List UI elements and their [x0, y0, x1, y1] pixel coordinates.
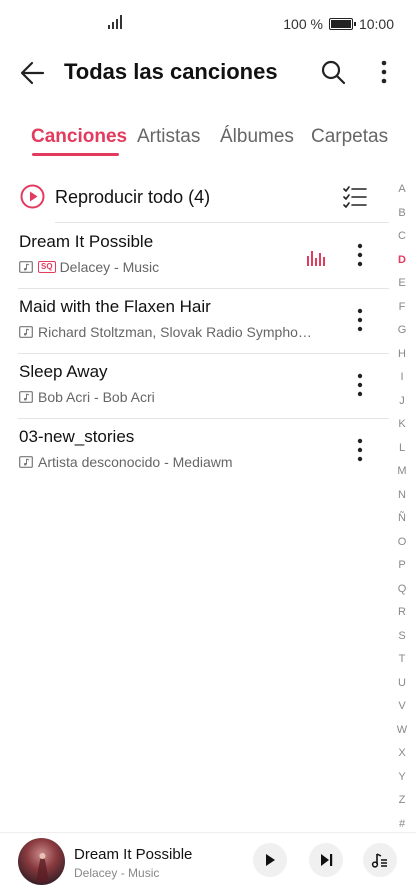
clock: 10:00	[358, 16, 394, 32]
play-icon	[266, 854, 275, 866]
song-subtitle: Artista desconocido - Mediawm	[19, 454, 233, 470]
index-letter[interactable]: X	[392, 747, 412, 759]
index-letter[interactable]: W	[392, 724, 412, 736]
divider	[55, 222, 389, 223]
song-artist-album: Richard Stoltzman, Slovak Radio Sympho…	[38, 324, 312, 340]
index-letter[interactable]: R	[392, 606, 412, 618]
song-subtitle: SQ Delacey - Music	[19, 259, 159, 275]
local-file-icon	[19, 326, 33, 338]
signal-icon	[108, 15, 122, 29]
local-file-icon	[19, 391, 33, 403]
index-letter[interactable]: T	[392, 653, 412, 665]
tab-bar: Canciones Artistas Álbumes Carpetas	[0, 122, 416, 162]
tab-carpetas[interactable]: Carpetas	[311, 126, 388, 148]
tab-canciones[interactable]: Canciones	[31, 126, 127, 148]
index-letter[interactable]: C	[392, 230, 412, 242]
index-letter[interactable]: D	[392, 254, 412, 266]
more-options-icon[interactable]	[372, 58, 396, 86]
song-row[interactable]: Sleep Away Bob Acri - Bob Acri	[0, 354, 390, 418]
song-title: Maid with the Flaxen Hair	[19, 297, 211, 316]
index-letter[interactable]: J	[392, 395, 412, 407]
next-track-button[interactable]	[309, 843, 343, 877]
tab-artistas[interactable]: Artistas	[137, 126, 200, 148]
index-letter[interactable]: B	[392, 207, 412, 219]
index-letter[interactable]: I	[392, 371, 412, 383]
skip-next-icon	[321, 854, 333, 866]
search-icon[interactable]	[319, 58, 347, 86]
app-bar: Todas las canciones	[0, 48, 416, 98]
index-letter[interactable]: E	[392, 277, 412, 289]
album-art	[18, 838, 65, 885]
song-subtitle: Richard Stoltzman, Slovak Radio Sympho…	[19, 324, 312, 340]
index-letter[interactable]: S	[392, 630, 412, 642]
song-more-options-icon[interactable]	[352, 242, 368, 268]
now-playing-equalizer-icon	[307, 251, 325, 266]
index-letter[interactable]: A	[392, 183, 412, 195]
index-letter[interactable]: P	[392, 559, 412, 571]
index-letter[interactable]: Ñ	[392, 512, 412, 524]
index-letter[interactable]: Z	[392, 794, 412, 806]
page-title: Todas las canciones	[64, 59, 278, 84]
battery-icon	[328, 18, 356, 30]
song-title: Dream It Possible	[19, 232, 154, 251]
playlist-button[interactable]	[363, 843, 397, 877]
song-title: 03-new_stories	[19, 427, 135, 446]
tab-albumes[interactable]: Álbumes	[220, 126, 294, 148]
index-letter[interactable]: F	[392, 301, 412, 313]
back-arrow-icon[interactable]	[18, 58, 48, 88]
song-more-options-icon[interactable]	[352, 437, 368, 463]
mini-player[interactable]: Dream It Possible Delacey - Music	[0, 832, 416, 890]
song-artist-album: Delacey - Music	[59, 259, 160, 275]
song-artist-album: Bob Acri - Bob Acri	[38, 389, 155, 405]
song-title: Sleep Away	[19, 362, 108, 381]
song-more-options-icon[interactable]	[352, 307, 368, 333]
playlist-icon	[371, 853, 387, 868]
index-letter[interactable]: V	[392, 700, 412, 712]
song-row[interactable]: Dream It Possible SQ Delacey - Music	[0, 224, 390, 288]
index-letter[interactable]: L	[392, 442, 412, 454]
index-letter[interactable]: N	[392, 489, 412, 501]
battery-percentage: 100 %	[283, 16, 323, 32]
local-file-icon	[19, 261, 33, 273]
index-letter[interactable]: #	[392, 818, 412, 830]
sq-badge: SQ	[38, 261, 56, 273]
index-letter[interactable]: O	[392, 536, 412, 548]
index-letter[interactable]: Q	[392, 583, 412, 595]
play-all-label: Reproducir todo (4)	[55, 187, 211, 207]
index-letter[interactable]: Y	[392, 771, 412, 783]
index-letter[interactable]: K	[392, 418, 412, 430]
index-letter[interactable]: G	[392, 324, 412, 336]
active-tab-indicator	[32, 153, 119, 156]
mini-player-artist: Delacey - Music	[74, 866, 160, 880]
index-letter[interactable]: U	[392, 677, 412, 689]
play-button[interactable]	[253, 843, 287, 877]
song-more-options-icon[interactable]	[352, 372, 368, 398]
song-row[interactable]: Maid with the Flaxen Hair Richard Stoltz…	[0, 289, 390, 353]
song-artist-album: Artista desconocido - Mediawm	[38, 454, 233, 470]
song-row[interactable]: 03-new_stories Artista desconocido - Med…	[0, 419, 390, 483]
play-all-row[interactable]: Reproducir todo (4)	[0, 177, 390, 221]
mini-player-title: Dream It Possible	[74, 846, 193, 863]
play-circle-icon[interactable]	[20, 184, 45, 209]
index-letter[interactable]: M	[392, 465, 412, 477]
song-subtitle: Bob Acri - Bob Acri	[19, 389, 155, 405]
multi-select-icon[interactable]	[343, 185, 367, 209]
index-letter[interactable]: H	[392, 348, 412, 360]
local-file-icon	[19, 456, 33, 468]
status-bar: 100 % 10:00	[0, 0, 416, 48]
